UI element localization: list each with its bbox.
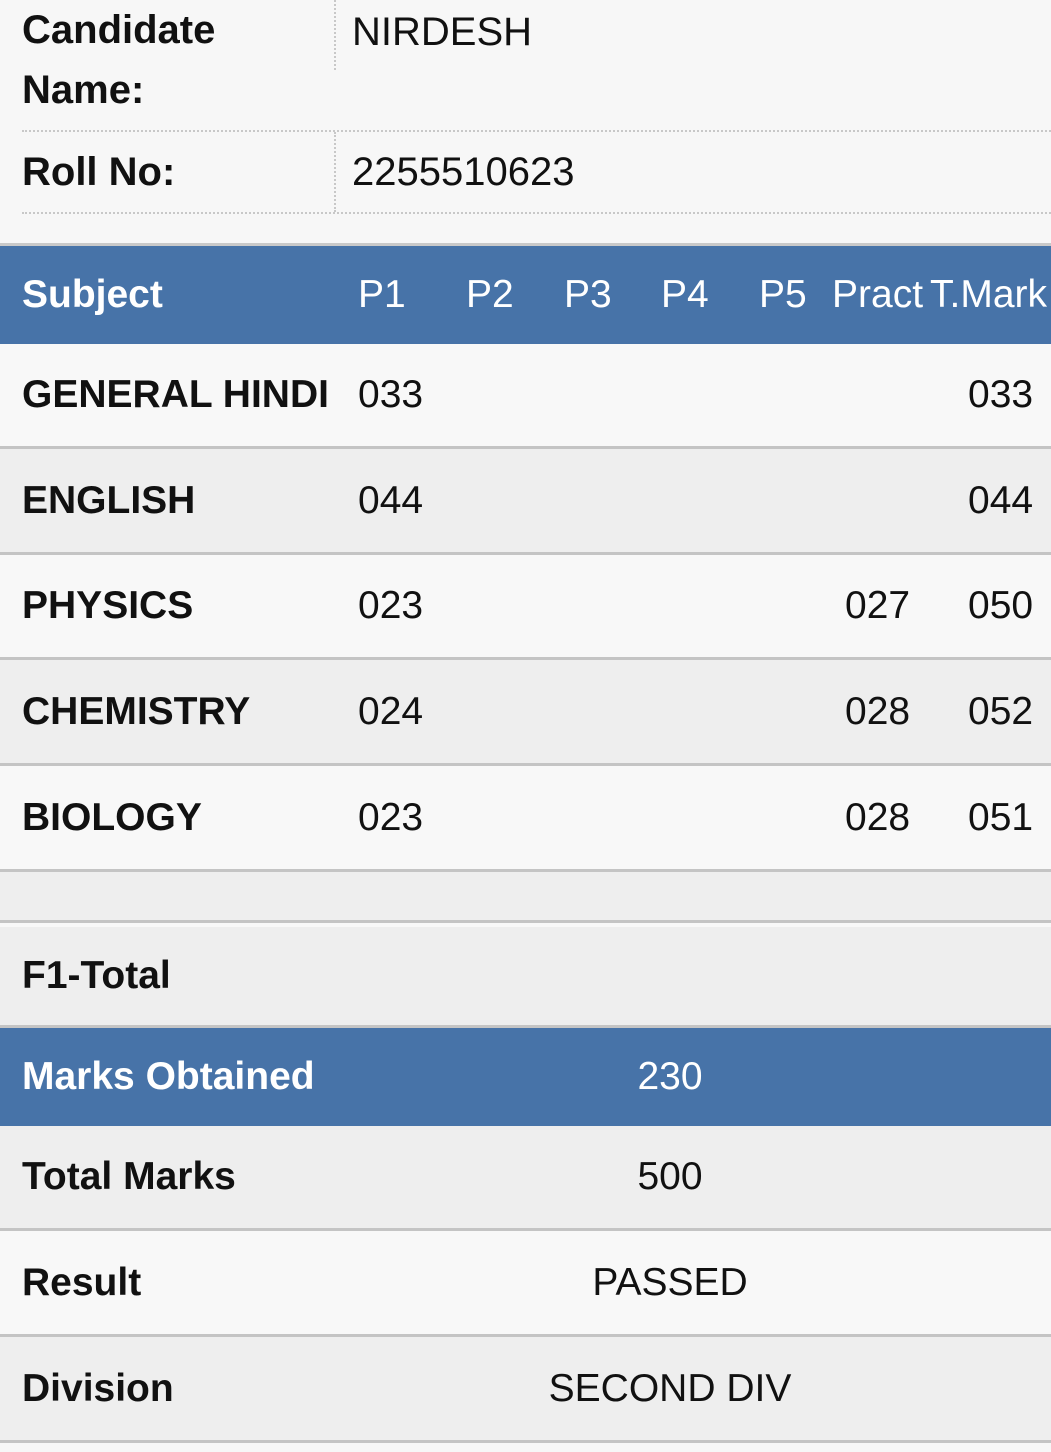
total-marks-row: Total Marks 500 (0, 1126, 1051, 1231)
header-p1: P1 (358, 273, 406, 316)
p1-mark: 044 (358, 478, 424, 522)
empty-row (0, 872, 1051, 923)
header-subject: Subject (22, 273, 163, 316)
marks-obtained-value: 230 (637, 1055, 703, 1098)
f1-total-row: F1-Total (0, 923, 1051, 1028)
result-page: Candidate Name: NIRDESH Roll No: 2255510… (0, 0, 1051, 1452)
header-p5: P5 (759, 273, 807, 316)
marks-obtained-label: Marks Obtained (22, 1055, 315, 1098)
table-row: PHYSICS 023 027 050 (0, 555, 1051, 660)
total-mark: 033 (968, 373, 1034, 416)
table-row: ENGLISH 044 044 (0, 449, 1051, 555)
marks-obtained-row: Marks Obtained 230 (0, 1028, 1051, 1126)
division-value: SECOND DIV (548, 1366, 792, 1410)
total-mark: 050 (968, 584, 1034, 627)
total-marks-label: Total Marks (22, 1155, 236, 1198)
header-p2: P2 (466, 273, 514, 316)
subject-name: CHEMISTRY (22, 689, 251, 733)
p1-mark: 023 (358, 795, 424, 839)
p1-mark: 033 (358, 373, 424, 416)
header-p4: P4 (661, 273, 709, 316)
subject-name: PHYSICS (22, 584, 194, 627)
pract-mark: 028 (845, 689, 911, 733)
result-row: Result PASSED (0, 1231, 1051, 1337)
table-row: BIOLOGY 023 028 051 (0, 766, 1051, 872)
candidate-name-row: Candidate Name: NIRDESH (22, 0, 1051, 132)
header-p3: P3 (564, 273, 612, 316)
roll-number-label: Roll No: (22, 150, 176, 194)
division-row: Division SECOND DIV (0, 1337, 1051, 1443)
pract-mark: 028 (845, 795, 911, 839)
roll-number-row: Roll No: 2255510623 (22, 132, 1051, 214)
candidate-name-label: Candidate Name: (22, 8, 216, 112)
total-marks-value: 500 (637, 1155, 703, 1198)
subject-name: ENGLISH (22, 478, 196, 522)
subject-name: BIOLOGY (22, 795, 202, 839)
result-value: PASSED (592, 1260, 748, 1304)
f1-total-label: F1-Total (22, 954, 171, 997)
total-mark: 044 (968, 478, 1034, 522)
subject-name: GENERAL HINDI (22, 373, 329, 416)
candidate-info: Candidate Name: NIRDESH Roll No: 2255510… (0, 0, 1051, 246)
p1-mark: 023 (358, 584, 424, 627)
column-divider (334, 0, 336, 70)
marks-table-header: Subject P1 P2 P3 P4 P5 Pract T.Mark (0, 246, 1051, 344)
total-mark: 051 (968, 795, 1034, 839)
p1-mark: 024 (358, 689, 424, 733)
pract-mark: 027 (845, 584, 911, 627)
table-row: CHEMISTRY 024 028 052 (0, 660, 1051, 766)
total-mark: 052 (968, 689, 1034, 733)
candidate-name-value: NIRDESH (352, 10, 533, 54)
table-row: GENERAL HINDI 033 033 (0, 344, 1051, 449)
header-tmark: T.Mark (930, 273, 1047, 316)
roll-number-value: 2255510623 (352, 150, 575, 194)
result-label: Result (22, 1260, 142, 1304)
column-divider (334, 132, 336, 212)
header-pract: Pract (832, 273, 924, 316)
division-label: Division (22, 1366, 174, 1410)
